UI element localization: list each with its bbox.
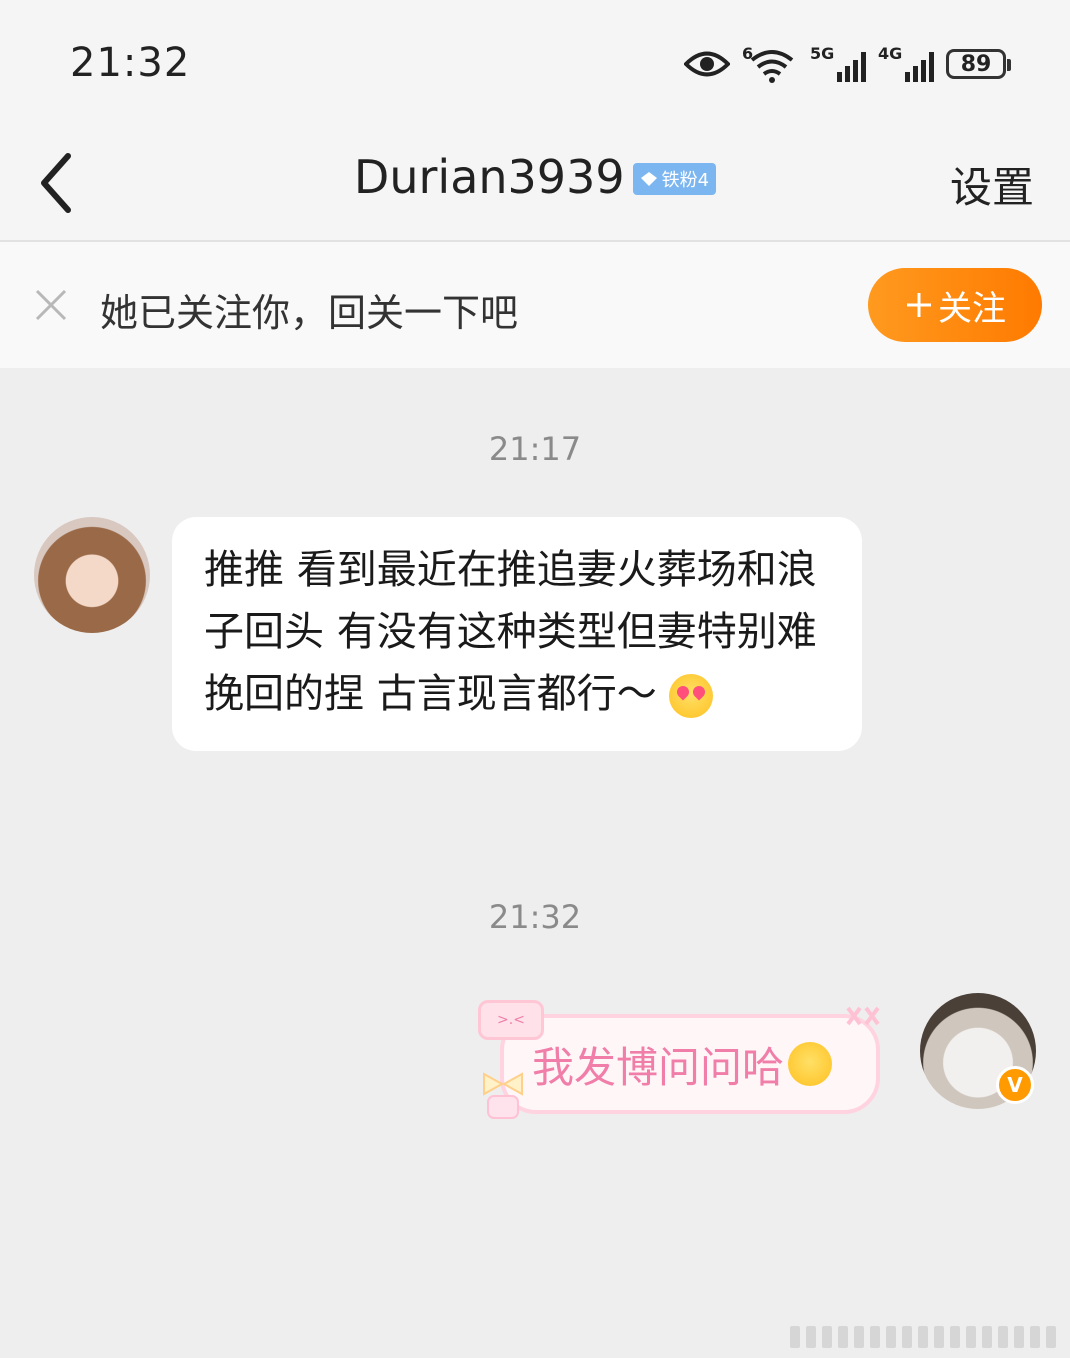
fan-level-label: 铁粉4 [661, 170, 710, 191]
received-message-text: 推推 看到最近在推追妻火葬场和浪子回头 有没有这种类型但妻特别难挽回的捏 古言现… [204, 547, 817, 717]
status-bar: 21:32 6 5G 4G 89 [0, 0, 1070, 128]
status-time: 21:32 [70, 40, 191, 86]
flower-emoji-icon [788, 1042, 833, 1086]
status-icons: 6 5G 4G 89 [684, 44, 1011, 84]
sent-message-text: 我发博问问哈 [532, 1042, 785, 1092]
diamond-icon [640, 172, 657, 186]
bow-decoration-icon [483, 1072, 523, 1119]
close-icon[interactable] [34, 288, 68, 322]
sent-message-bubble[interactable]: 我发博问问哈 >.< [478, 1000, 904, 1140]
wifi-icon: 6 [742, 44, 798, 84]
title-area: Durian3939 铁粉4 [0, 150, 1070, 204]
sender-avatar[interactable] [34, 517, 150, 633]
follow-prompt-text: 她已关注你，回关一下吧 [100, 291, 519, 335]
sent-bubble-body: 我发博问问哈 [500, 1014, 880, 1114]
follow-button[interactable]: 关注 [868, 268, 1042, 342]
heart-eyes-emoji-icon [669, 674, 714, 718]
follow-back-bar: 她已关注你，回关一下吧 关注 [0, 242, 1070, 368]
verified-badge-icon: V [996, 1066, 1034, 1104]
message-timestamp: 21:32 [488, 898, 582, 936]
received-message-bubble[interactable]: 推推 看到最近在推追妻火葬场和浪子回头 有没有这种类型但妻特别难挽回的捏 古言现… [172, 517, 862, 751]
eye-icon [684, 51, 730, 77]
watermark-icon [790, 1326, 1056, 1348]
bottom-area [0, 1298, 1070, 1358]
page-title: Durian3939 [353, 150, 625, 204]
plus-icon [907, 293, 931, 317]
battery-icon: 89 [946, 49, 1011, 79]
chat-header: Durian3939 铁粉4 设置 [0, 128, 1070, 242]
settings-button[interactable]: 设置 [950, 154, 1034, 215]
fan-level-badge: 铁粉4 [632, 163, 717, 195]
signal-4g-icon: 4G [878, 44, 934, 84]
message-timestamp: 21:17 [488, 430, 582, 468]
bubble-deco-tag: >.< [478, 1000, 544, 1040]
follow-button-label: 关注 [938, 288, 1006, 329]
sparkle-decoration-icon [846, 1006, 880, 1026]
signal-5g-icon: 5G [810, 44, 866, 84]
